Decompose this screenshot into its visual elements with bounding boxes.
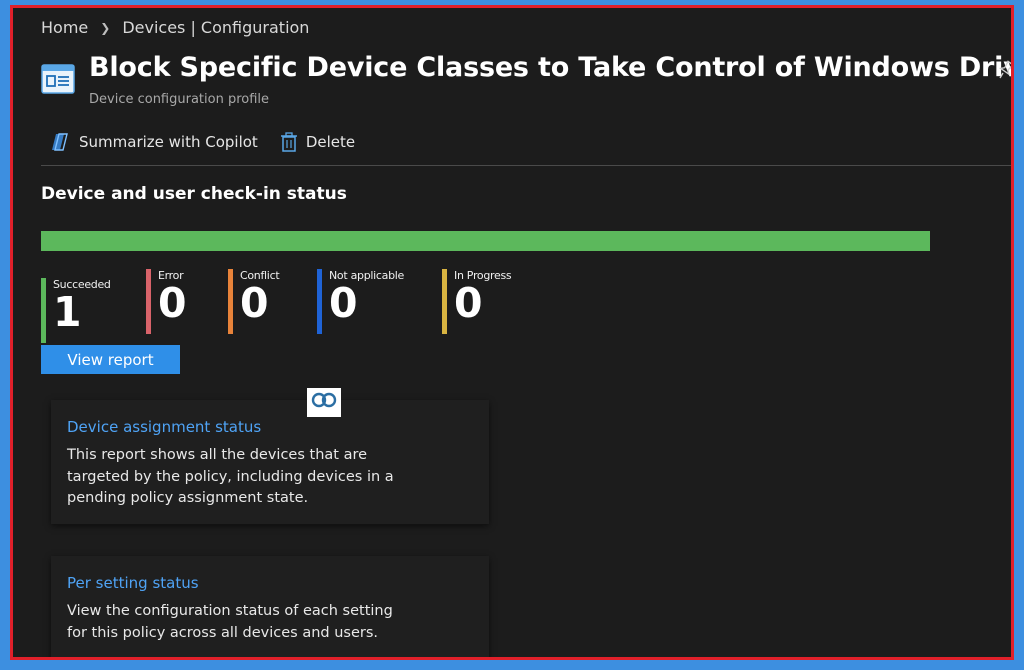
page-subtitle: Device configuration profile <box>89 92 270 107</box>
command-bar: Summarize with Copilot Delete <box>49 132 355 152</box>
view-report-button[interactable]: View report <box>41 345 180 374</box>
stat-not-applicable[interactable]: Not applicable 0 <box>317 269 404 334</box>
copilot-icon <box>52 133 68 151</box>
app-window: Home ❯ Devices | Configuration Block Spe… <box>10 5 1014 660</box>
breadcrumb-devices-configuration[interactable]: Devices | Configuration <box>122 18 309 37</box>
delete-label: Delete <box>305 133 356 151</box>
per-setting-status-card: Per setting status View the configuratio… <box>51 556 489 657</box>
watermark-logo <box>307 388 341 417</box>
breadcrumb: Home ❯ Devices | Configuration <box>41 18 309 37</box>
stat-conflict[interactable]: Conflict 0 <box>228 269 280 334</box>
copilot-label: Summarize with Copilot <box>79 133 258 151</box>
per-setting-status-link[interactable]: Per setting status <box>67 574 199 592</box>
device-assignment-status-description: This report shows all the devices that a… <box>67 447 394 506</box>
stat-succeeded-value: 1 <box>53 288 82 336</box>
summarize-with-copilot-button[interactable]: Summarize with Copilot <box>49 132 258 152</box>
trash-icon <box>280 132 297 152</box>
pin-icon[interactable] <box>999 60 1014 80</box>
delete-button[interactable]: Delete <box>280 132 355 152</box>
profile-icon <box>41 64 75 94</box>
checkin-status-bar[interactable] <box>41 231 930 251</box>
page-title: Block Specific Device Classes to Take Co… <box>89 52 1014 83</box>
checkin-status-heading: Device and user check-in status <box>41 184 347 204</box>
breadcrumb-home[interactable]: Home <box>41 18 88 37</box>
stat-in-progress[interactable]: In Progress 0 <box>442 269 512 334</box>
stat-not-applicable-value: 0 <box>329 279 358 327</box>
per-setting-status-description: View the configuration status of each se… <box>67 603 393 641</box>
stat-conflict-value: 0 <box>240 279 269 327</box>
stat-in-progress-value: 0 <box>454 279 483 327</box>
stat-succeeded[interactable]: Succeeded 1 <box>41 278 111 343</box>
stat-error-value: 0 <box>158 279 187 327</box>
device-assignment-status-card: Device assignment status This report sho… <box>51 400 489 524</box>
toolbar-divider <box>41 165 1011 166</box>
device-assignment-status-link[interactable]: Device assignment status <box>67 418 261 436</box>
stat-error[interactable]: Error 0 <box>146 269 187 334</box>
chevron-right-icon: ❯ <box>100 20 111 35</box>
